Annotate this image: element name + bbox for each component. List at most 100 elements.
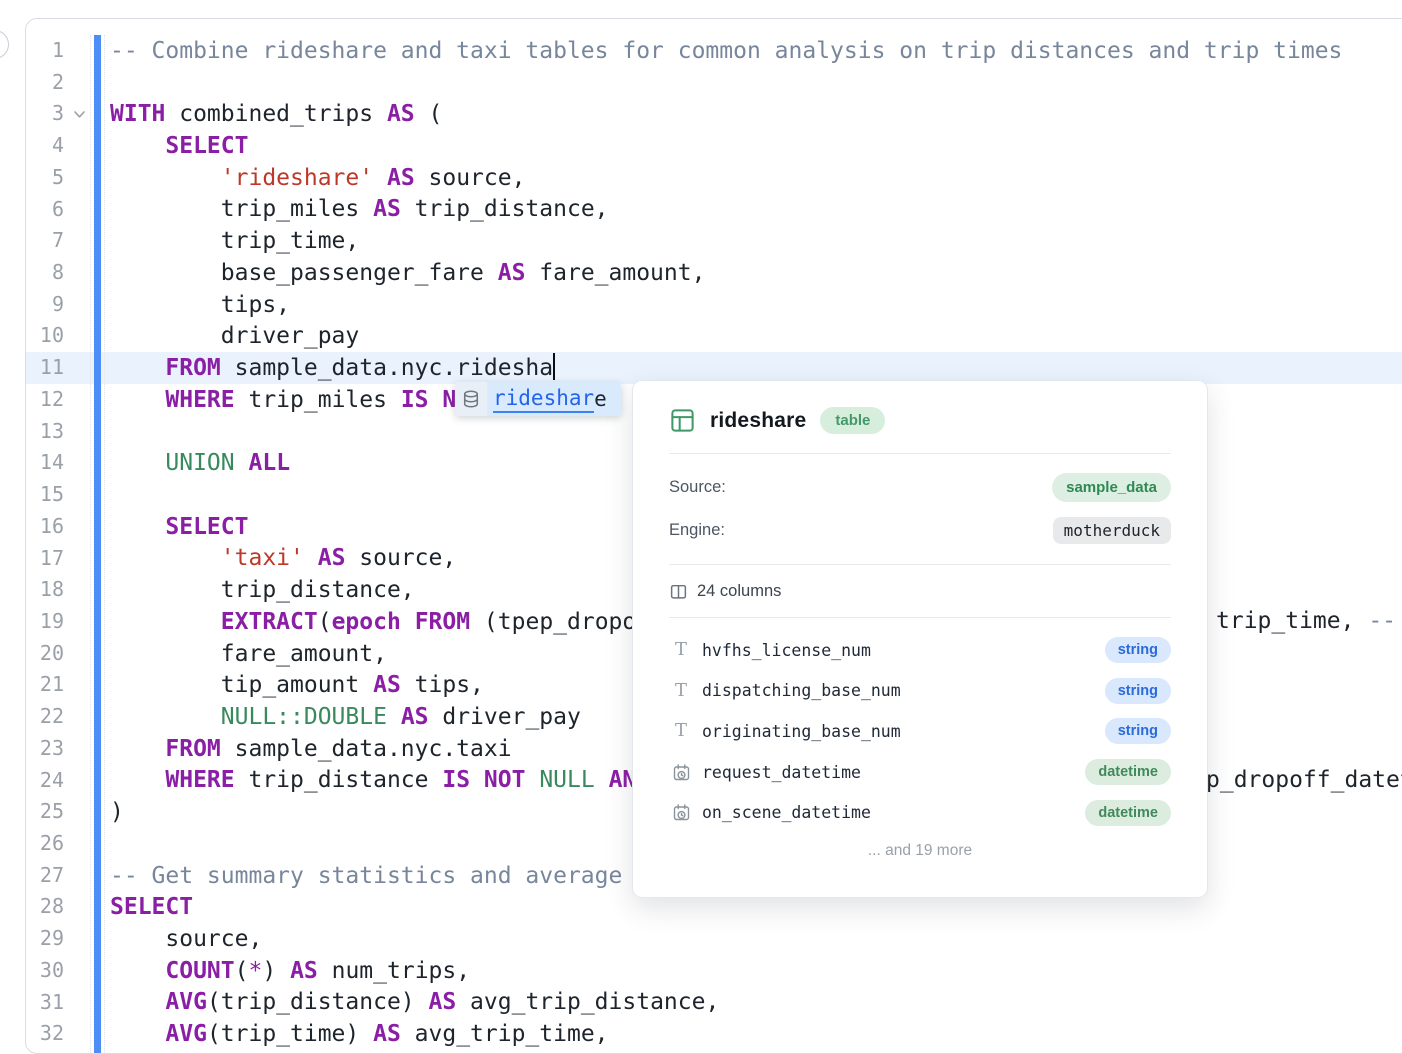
code-text-fragment[interactable]: trip_time, -- — [1216, 606, 1396, 638]
code-text[interactable]: 'rideshare' AS source, — [90, 165, 525, 191]
code-token: WITH — [110, 101, 165, 127]
line-number[interactable]: 12 — [26, 384, 68, 416]
line-number[interactable]: 31 — [26, 987, 68, 1019]
code-text[interactable]: driver_pay — [90, 323, 359, 349]
line-number[interactable]: 30 — [26, 955, 68, 987]
code-line: 31 AVG(trip_distance) AS avg_trip_distan… — [26, 987, 1402, 1019]
line-number[interactable]: 14 — [26, 447, 68, 479]
code-token: SELECT — [165, 133, 248, 159]
line-number[interactable]: 11 — [26, 352, 68, 384]
code-token — [470, 767, 484, 793]
table-type-badge: table — [820, 407, 885, 434]
floating-circle-button[interactable] — [0, 30, 9, 59]
line-number[interactable]: 20 — [26, 638, 68, 670]
line-number[interactable]: 16 — [26, 511, 68, 543]
code-line: 10 driver_pay — [26, 320, 1402, 352]
code-line: 1 -- Combine rideshare and taxi tables fo… — [26, 35, 1402, 67]
column-row: on_scene_datetimedatetime — [669, 792, 1171, 833]
line-number[interactable]: 8 — [26, 257, 68, 289]
code-token — [387, 704, 401, 730]
code-token — [304, 545, 318, 571]
line-number[interactable]: 29 — [26, 923, 68, 955]
code-text[interactable]: source, — [90, 926, 262, 952]
code-token: SELECT — [110, 894, 193, 920]
code-token: driver_pay — [429, 704, 581, 730]
code-text[interactable]: NULL::DOUBLE AS driver_pay — [90, 704, 581, 730]
line-number[interactable]: 1 — [26, 35, 68, 67]
column-name: originating_base_num — [702, 722, 1105, 741]
code-text[interactable]: SELECT — [90, 133, 248, 159]
line-number[interactable]: 22 — [26, 701, 68, 733]
code-token: -- Combine rideshare and taxi tables for… — [110, 38, 1342, 64]
code-token — [110, 609, 221, 635]
line-number[interactable]: 4 — [26, 130, 68, 162]
info-row: Source:sample_data — [669, 466, 1171, 509]
code-text[interactable]: AVG(trip_time) AS avg_trip_time, — [90, 1021, 609, 1047]
code-text[interactable]: UNION ALL — [90, 450, 290, 476]
line-number[interactable]: 28 — [26, 891, 68, 923]
code-text-fragment[interactable]: p_dropoff_datet — [1206, 765, 1402, 797]
line-number[interactable]: 23 — [26, 733, 68, 765]
code-token: driver_pay — [110, 323, 359, 349]
code-token: epoch — [332, 609, 401, 635]
text-type-icon: T — [669, 682, 693, 700]
code-text[interactable]: tip_amount AS tips, — [90, 672, 484, 698]
code-text[interactable]: AVG(trip_distance) AS avg_trip_distance, — [90, 989, 719, 1015]
code-text[interactable]: COUNT(*) AS num_trips, — [90, 958, 470, 984]
fold-chevron-icon[interactable] — [68, 110, 90, 119]
line-number[interactable]: 21 — [26, 669, 68, 701]
line-number[interactable]: 10 — [26, 320, 68, 352]
line-number[interactable]: 5 — [26, 162, 68, 194]
datetime-type-icon — [669, 763, 693, 782]
line-number[interactable]: 24 — [26, 765, 68, 797]
code-token: combined_trips — [165, 101, 387, 127]
line-number[interactable]: 19 — [26, 606, 68, 638]
line-number[interactable]: 17 — [26, 543, 68, 575]
code-token — [110, 958, 165, 984]
line-number[interactable]: 32 — [26, 1018, 68, 1050]
code-token: (tpep_dropo — [470, 609, 636, 635]
line-number[interactable]: 18 — [26, 574, 68, 606]
line-number[interactable]: 15 — [26, 479, 68, 511]
column-name: on_scene_datetime — [702, 803, 1085, 822]
code-token: trip_miles — [110, 196, 373, 222]
code-text[interactable]: 'taxi' AS source, — [90, 545, 456, 571]
code-line: 4 SELECT — [26, 130, 1402, 162]
code-text[interactable]: trip_distance, — [90, 577, 415, 603]
line-number[interactable]: 7 — [26, 225, 68, 257]
code-text[interactable]: FROM sample_data.nyc.taxi — [90, 736, 512, 762]
more-columns-label: ... and 19 more — [633, 842, 1207, 860]
code-text[interactable]: EXTRACT(epoch FROM (tpep_dropo — [90, 609, 636, 635]
code-token: sample_data.nyc.ridesha — [221, 355, 553, 381]
line-number[interactable]: 2 — [26, 67, 68, 99]
code-token: WHERE — [165, 387, 234, 413]
code-text[interactable]: SELECT — [90, 514, 248, 540]
code-text[interactable]: base_passenger_fare AS fare_amount, — [90, 260, 705, 286]
code-token: COUNT — [165, 958, 234, 984]
line-number[interactable]: 26 — [26, 828, 68, 860]
code-text[interactable]: FROM sample_data.nyc.ridesha — [90, 355, 555, 381]
code-token: AVG — [165, 989, 207, 1015]
line-number[interactable]: 9 — [26, 289, 68, 321]
code-text[interactable]: trip_miles AS trip_distance, — [90, 196, 609, 222]
code-token: AS — [318, 545, 346, 571]
code-text[interactable]: WHERE trip_miles IS N — [90, 387, 456, 413]
code-text[interactable]: -- Get summary statistics and average — [90, 863, 636, 889]
code-text[interactable]: WHERE trip_distance IS NOT NULL AND — [90, 767, 650, 793]
code-text[interactable]: -- Combine rideshare and taxi tables for… — [90, 38, 1342, 64]
line-number[interactable]: 3 — [26, 98, 68, 130]
line-number[interactable]: 6 — [26, 194, 68, 226]
code-text[interactable]: SELECT — [90, 894, 193, 920]
line-number[interactable]: 27 — [26, 860, 68, 892]
code-token: WHERE — [165, 767, 234, 793]
code-text[interactable]: WITH combined_trips AS ( — [90, 101, 442, 127]
code-text[interactable]: fare_amount, — [90, 641, 387, 667]
autocomplete-option-rideshare[interactable]: rideshare — [487, 382, 621, 416]
code-token — [110, 165, 221, 191]
popover-title: rideshare — [710, 409, 806, 433]
code-text[interactable]: trip_time, — [90, 228, 359, 254]
line-number[interactable]: 25 — [26, 796, 68, 828]
code-text[interactable]: tips, — [90, 292, 290, 318]
code-token: trip_distance, — [401, 196, 609, 222]
line-number[interactable]: 13 — [26, 416, 68, 448]
